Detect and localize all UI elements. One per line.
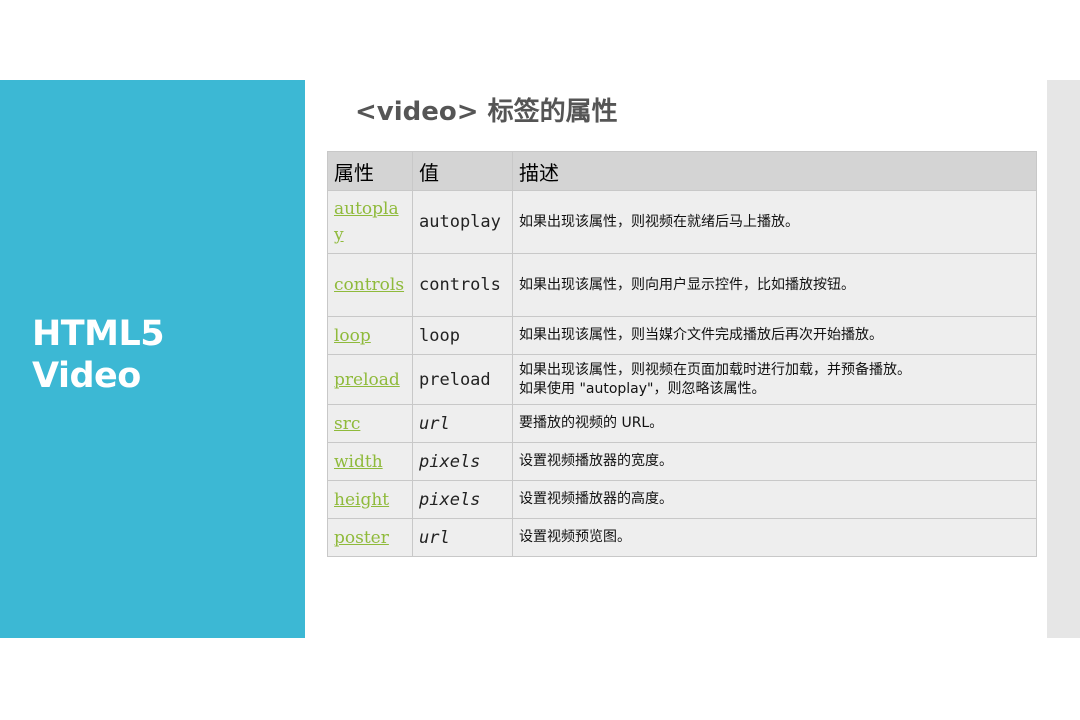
attr-link-controls[interactable]: controls [334,275,404,295]
desc-line-1: 如果出现该属性，则视频在页面加载时进行加载，并预备播放。 [519,361,911,378]
attr-cell: src [327,404,413,443]
value-cell: pixels [412,442,513,481]
value-cell: autoplay [412,190,513,254]
table-row: width pixels 设置视频播放器的宽度。 [327,442,1037,481]
header-attr: 属性 [327,151,413,191]
attr-cell: autoplay [327,190,413,254]
value-cell: url [412,518,513,557]
table-row: src url 要播放的视频的 URL。 [327,404,1037,443]
header-desc: 描述 [512,151,1037,191]
table-row: loop loop 如果出现该属性，则当媒介文件完成播放后再次开始播放。 [327,316,1037,355]
attr-cell: loop [327,316,413,355]
attr-link-preload[interactable]: preload [334,370,400,390]
desc-cell: 要播放的视频的 URL。 [512,404,1037,443]
value-cell: preload [412,354,513,405]
attr-cell: height [327,480,413,519]
attr-link-autoplay[interactable]: autoplay [334,199,399,245]
table-row: autoplay autoplay 如果出现该属性，则视频在就绪后马上播放。 [327,190,1037,254]
right-decor-strip [1047,80,1080,638]
attr-cell: width [327,442,413,481]
desc-cell: 设置视频预览图。 [512,518,1037,557]
table-row: preload preload 如果出现该属性，则视频在页面加载时进行加载，并预… [327,354,1037,405]
value-cell: controls [412,253,513,317]
desc-cell: 如果出现该属性，则向用户显示控件，比如播放按钮。 [512,253,1037,317]
desc-cell: 设置视频播放器的高度。 [512,480,1037,519]
slide-heading: <video> 标签的属性 [355,97,618,127]
desc-line-2: 如果使用 "autoplay"，则忽略该属性。 [519,380,766,397]
value-cell: loop [412,316,513,355]
attr-link-loop[interactable]: loop [334,326,371,346]
attr-cell: poster [327,518,413,557]
attributes-table: 属性 值 描述 autoplay autoplay 如果出现该属性，则视频在就绪… [327,151,1037,557]
value-cell: pixels [412,480,513,519]
table-row: poster url 设置视频预览图。 [327,518,1037,557]
table-row: controls controls 如果出现该属性，则向用户显示控件，比如播放按… [327,253,1037,317]
sidebar-title: HTML5 Video [32,313,165,397]
desc-cell: 如果出现该属性，则视频在页面加载时进行加载，并预备播放。 如果使用 "autop… [512,354,1037,405]
desc-cell: 设置视频播放器的宽度。 [512,442,1037,481]
attr-link-width[interactable]: width [334,452,383,472]
table-row: height pixels 设置视频播放器的高度。 [327,480,1037,519]
desc-cell: 如果出现该属性，则视频在就绪后马上播放。 [512,190,1037,254]
attr-cell: controls [327,253,413,317]
table-header-row: 属性 值 描述 [327,151,1037,191]
attr-link-src[interactable]: src [334,414,360,434]
desc-cell: 如果出现该属性，则当媒介文件完成播放后再次开始播放。 [512,316,1037,355]
sidebar-title-line2: Video [32,356,141,396]
attr-link-height[interactable]: height [334,490,389,510]
value-cell: url [412,404,513,443]
header-value: 值 [412,151,513,191]
attr-link-poster[interactable]: poster [334,528,389,548]
attr-cell: preload [327,354,413,405]
sidebar-title-line1: HTML5 [32,314,165,354]
